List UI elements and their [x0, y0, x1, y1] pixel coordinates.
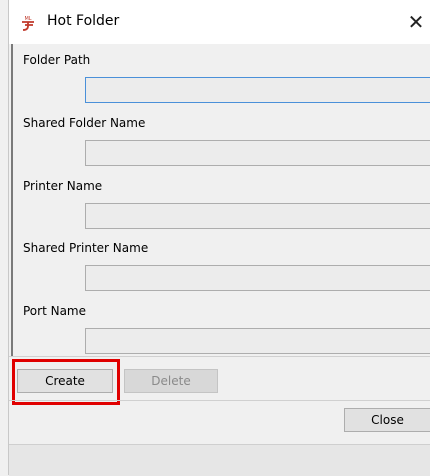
delete-button[interactable]: Delete — [124, 369, 218, 393]
window-title: Hot Folder — [47, 13, 120, 29]
folder-path-input[interactable] — [85, 77, 430, 103]
port-name-input[interactable] — [85, 328, 430, 354]
divider — [9, 356, 430, 357]
port-name-label: Port Name — [23, 304, 87, 318]
create-button[interactable]: Create — [17, 369, 113, 393]
form-panel: Folder Path Shared Folder Name Printer N… — [11, 44, 430, 356]
printer-name-input[interactable] — [85, 203, 430, 229]
divider — [9, 400, 430, 401]
status-bar — [9, 444, 430, 476]
close-window-icon[interactable]: ✕ — [401, 8, 430, 36]
hot-folder-window: ML Hot Folder ✕ Folder Path Shared Folde… — [8, 0, 430, 476]
shared-folder-name-label: Shared Folder Name — [23, 116, 146, 130]
printer-name-label: Printer Name — [23, 179, 103, 193]
shared-printer-name-label: Shared Printer Name — [23, 241, 149, 255]
folder-path-label: Folder Path — [23, 53, 91, 67]
shared-folder-name-input[interactable] — [85, 140, 430, 166]
app-logo-icon: ML — [19, 14, 37, 32]
shared-printer-name-input[interactable] — [85, 265, 430, 291]
title-bar: ML Hot Folder ✕ — [9, 0, 430, 44]
close-button[interactable]: Close — [344, 408, 430, 432]
